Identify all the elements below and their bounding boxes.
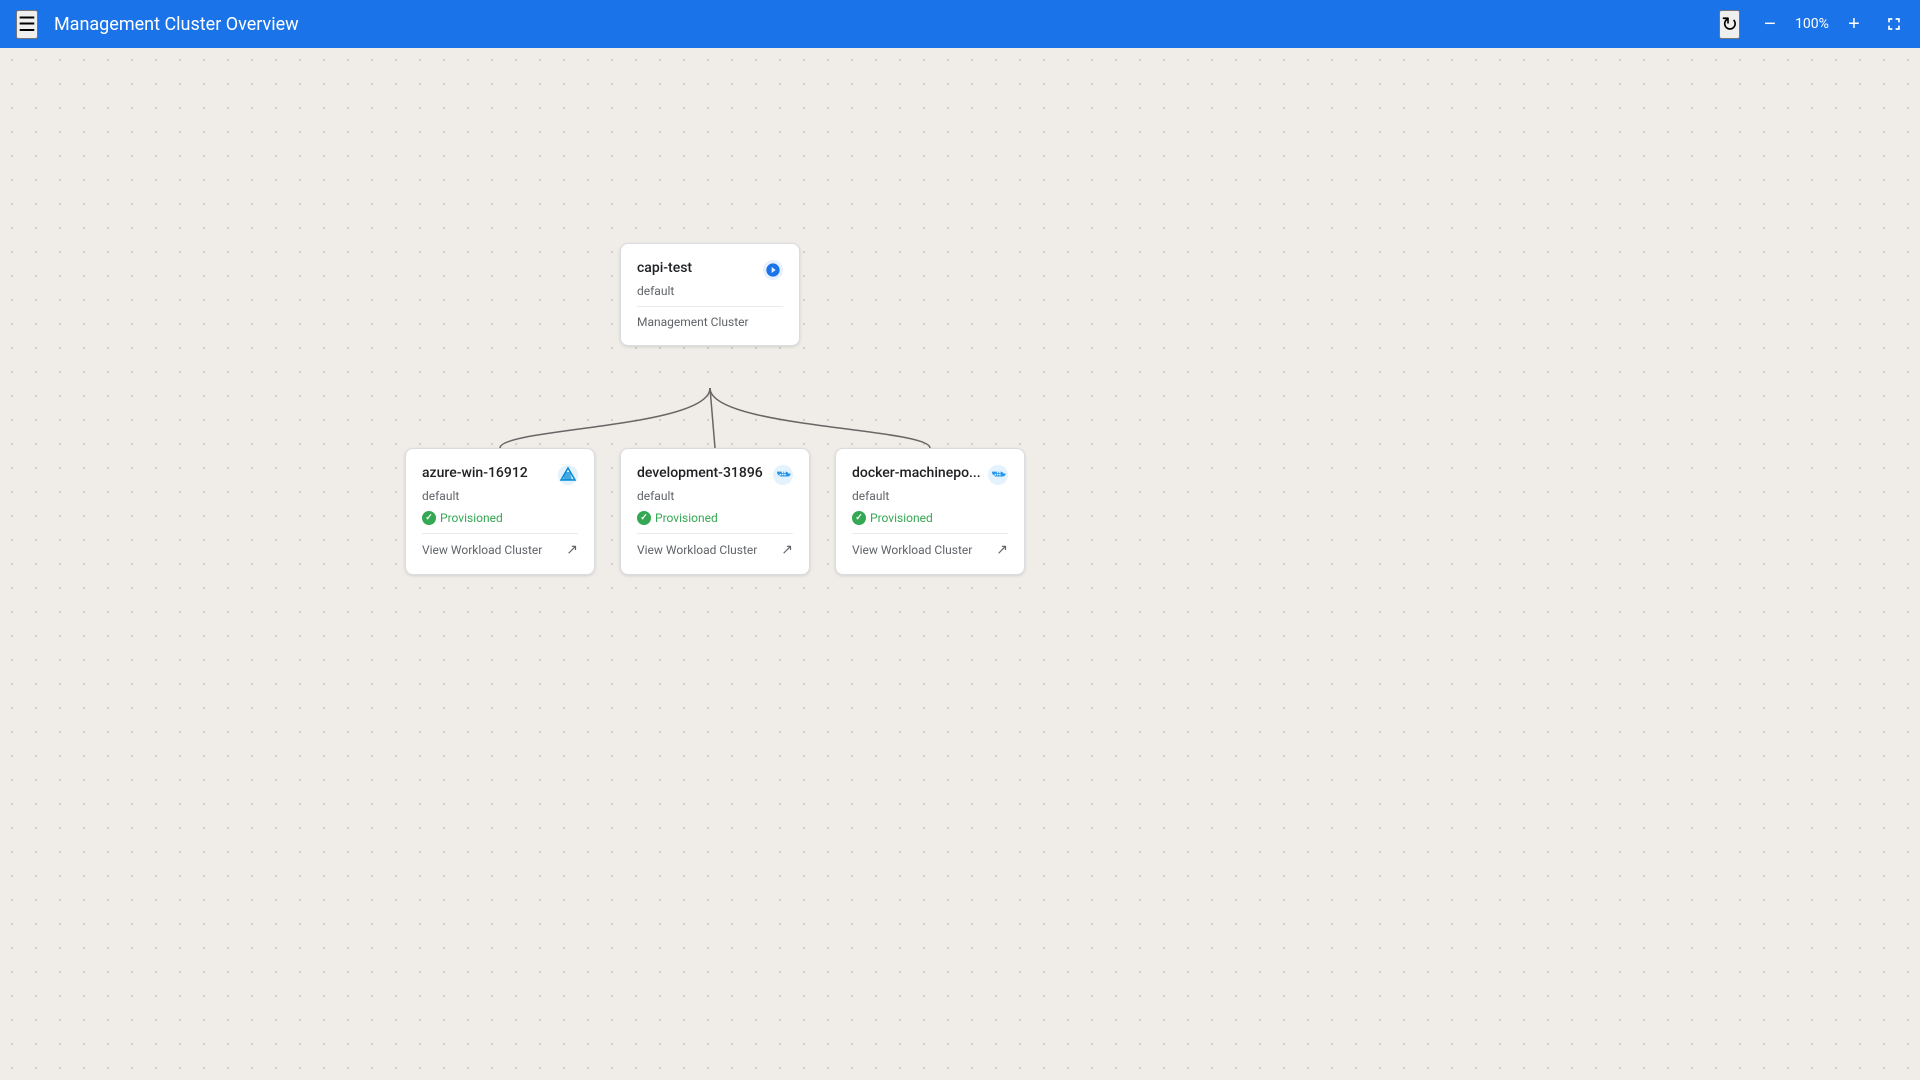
- docker-view-label: View Workload Cluster: [852, 543, 972, 557]
- child-cluster-card-development[interactable]: development-31896 default Provisioned Vi…: [620, 448, 810, 575]
- development-card-header: development-31896: [637, 465, 793, 485]
- root-cluster-card[interactable]: capi-test default Management Cluster: [620, 243, 800, 346]
- docker-external-link-icon: ↗: [996, 542, 1008, 558]
- root-cluster-namespace: default: [637, 284, 783, 298]
- zoom-level: 100%: [1792, 16, 1832, 32]
- development-status-dot: [637, 511, 651, 525]
- diagram-canvas[interactable]: capi-test default Management Cluster azu…: [0, 48, 1920, 1080]
- development-cluster-status: Provisioned: [637, 511, 793, 525]
- azure-card-header: azure-win-16912: [422, 465, 578, 485]
- development-external-link-icon: ↗: [781, 542, 793, 558]
- child-cluster-card-azure[interactable]: azure-win-16912 default Provisioned View…: [405, 448, 595, 575]
- header: ☰ Management Cluster Overview ↻ − 100% +: [0, 0, 1920, 48]
- development-provider-icon: [773, 465, 793, 485]
- root-cluster-type: Management Cluster: [637, 306, 783, 329]
- docker-cluster-name: docker-machinepo...: [852, 465, 981, 481]
- docker-view-workload-link[interactable]: View Workload Cluster ↗: [852, 533, 1008, 558]
- azure-provider-icon: [558, 465, 578, 485]
- docker-cluster-namespace: default: [852, 489, 1008, 503]
- development-status-text: Provisioned: [655, 511, 718, 525]
- child-cluster-card-docker[interactable]: docker-machinepo... default Provisioned …: [835, 448, 1025, 575]
- fullscreen-button[interactable]: [1884, 14, 1904, 34]
- azure-external-link-icon: ↗: [566, 542, 578, 558]
- development-cluster-namespace: default: [637, 489, 793, 503]
- azure-status-text: Provisioned: [440, 511, 503, 525]
- refresh-icon[interactable]: ↻: [1719, 10, 1740, 39]
- docker-cluster-status: Provisioned: [852, 511, 1008, 525]
- zoom-out-button[interactable]: −: [1756, 10, 1784, 38]
- root-card-header: capi-test: [637, 260, 783, 280]
- capi-provider-icon: [763, 260, 783, 280]
- zoom-in-button[interactable]: +: [1840, 10, 1868, 38]
- docker-card-header: docker-machinepo...: [852, 465, 1008, 485]
- page-title: Management Cluster Overview: [54, 14, 1703, 35]
- docker-provider-icon: [988, 465, 1008, 485]
- root-cluster-name: capi-test: [637, 260, 692, 276]
- development-cluster-name: development-31896: [637, 465, 763, 481]
- azure-view-workload-link[interactable]: View Workload Cluster ↗: [422, 533, 578, 558]
- docker-status-dot: [852, 511, 866, 525]
- azure-cluster-namespace: default: [422, 489, 578, 503]
- development-view-label: View Workload Cluster: [637, 543, 757, 557]
- azure-view-label: View Workload Cluster: [422, 543, 542, 557]
- azure-cluster-status: Provisioned: [422, 511, 578, 525]
- docker-status-text: Provisioned: [870, 511, 933, 525]
- azure-cluster-name: azure-win-16912: [422, 465, 528, 481]
- menu-icon[interactable]: ☰: [16, 10, 38, 39]
- zoom-controls-group: − 100% +: [1756, 10, 1868, 38]
- development-view-workload-link[interactable]: View Workload Cluster ↗: [637, 533, 793, 558]
- azure-status-dot: [422, 511, 436, 525]
